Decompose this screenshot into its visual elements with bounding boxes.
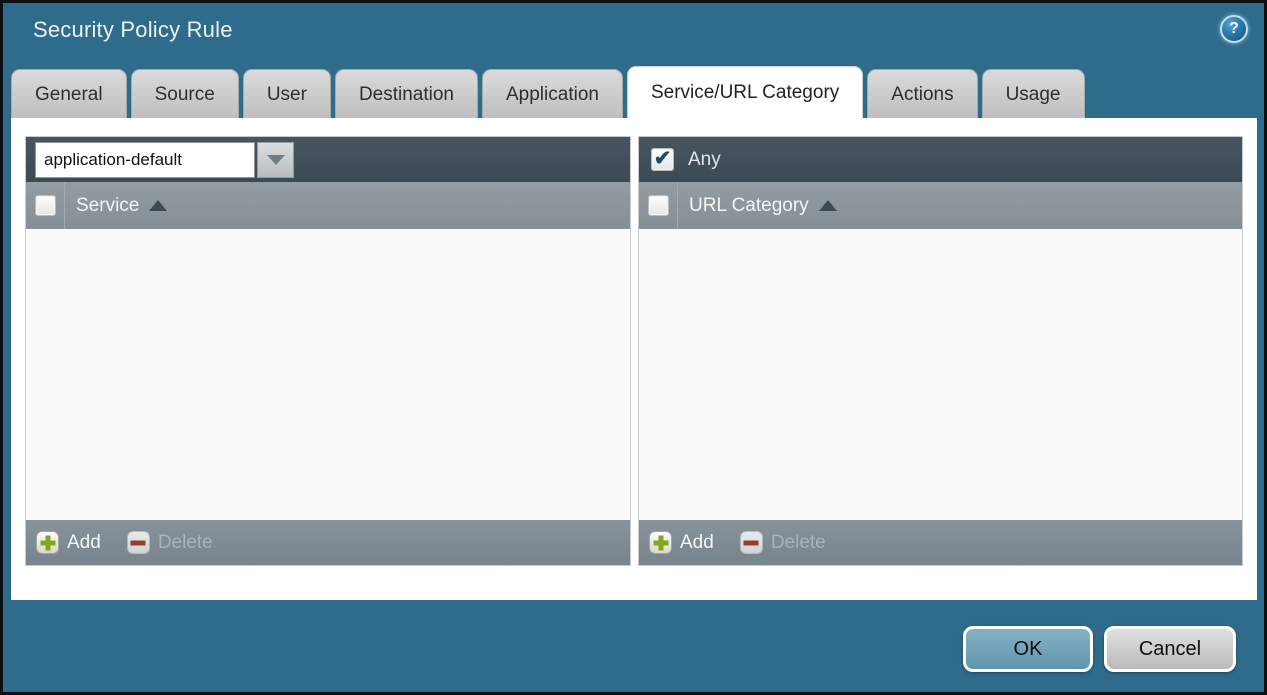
service-column-header[interactable]: Service (26, 182, 630, 229)
add-button-label: Add (67, 532, 101, 554)
plus-icon (649, 531, 672, 554)
delete-button-label: Delete (771, 532, 826, 554)
question-mark-glyph: ? (1229, 20, 1239, 38)
tab-destination[interactable]: Destination (335, 69, 478, 118)
url-category-select-all-checkbox[interactable] (648, 195, 669, 216)
url-category-panel: ✔ Any URL Category Add Delete (638, 136, 1243, 566)
cancel-button[interactable]: Cancel (1104, 626, 1236, 672)
sort-ascending-icon (819, 200, 837, 211)
service-add-button[interactable]: Add (36, 531, 101, 554)
any-checkbox-label: Any (688, 149, 721, 171)
column-divider (64, 182, 65, 229)
url-category-add-button[interactable]: Add (649, 531, 714, 554)
dialog-title: Security Policy Rule (33, 17, 233, 43)
sort-ascending-icon (149, 200, 167, 211)
tab-source[interactable]: Source (131, 69, 239, 118)
column-divider (677, 182, 678, 229)
minus-icon (127, 531, 150, 554)
help-icon[interactable]: ? (1220, 15, 1248, 43)
service-delete-button[interactable]: Delete (127, 531, 213, 554)
url-category-list-body (639, 229, 1242, 520)
service-column-label: Service (76, 195, 139, 217)
tab-content-area: Service Add Delete ✔ Any (11, 118, 1257, 600)
service-type-dropdown (35, 142, 294, 178)
service-panel-footer: Add Delete (26, 520, 630, 565)
tab-actions[interactable]: Actions (867, 69, 977, 118)
checkmark-icon: ✔ (654, 148, 672, 169)
service-list-body (26, 229, 630, 520)
tab-service-url-category[interactable]: Service/URL Category (627, 66, 863, 118)
minus-icon (740, 531, 763, 554)
service-type-input[interactable] (35, 142, 255, 178)
chevron-down-icon (267, 155, 285, 165)
service-select-all-checkbox[interactable] (35, 195, 56, 216)
service-panel-topbar (26, 137, 630, 182)
service-type-dropdown-button[interactable] (257, 142, 294, 178)
plus-icon (36, 531, 59, 554)
url-category-panel-footer: Add Delete (639, 520, 1242, 565)
add-button-label: Add (680, 532, 714, 554)
tab-bar: General Source User Destination Applicat… (11, 66, 1085, 118)
delete-button-label: Delete (158, 532, 213, 554)
ok-button[interactable]: OK (963, 626, 1093, 672)
url-category-column-label: URL Category (689, 195, 809, 217)
security-policy-rule-dialog: Security Policy Rule ? General Source Us… (0, 0, 1267, 695)
tab-general[interactable]: General (11, 69, 127, 118)
tab-usage[interactable]: Usage (982, 69, 1085, 118)
service-panel: Service Add Delete (25, 136, 631, 566)
url-category-delete-button[interactable]: Delete (740, 531, 826, 554)
tab-user[interactable]: User (243, 69, 331, 118)
url-category-column-header[interactable]: URL Category (639, 182, 1242, 229)
any-checkbox[interactable]: ✔ (651, 148, 674, 171)
tab-application[interactable]: Application (482, 69, 623, 118)
url-category-panel-topbar: ✔ Any (639, 137, 1242, 182)
